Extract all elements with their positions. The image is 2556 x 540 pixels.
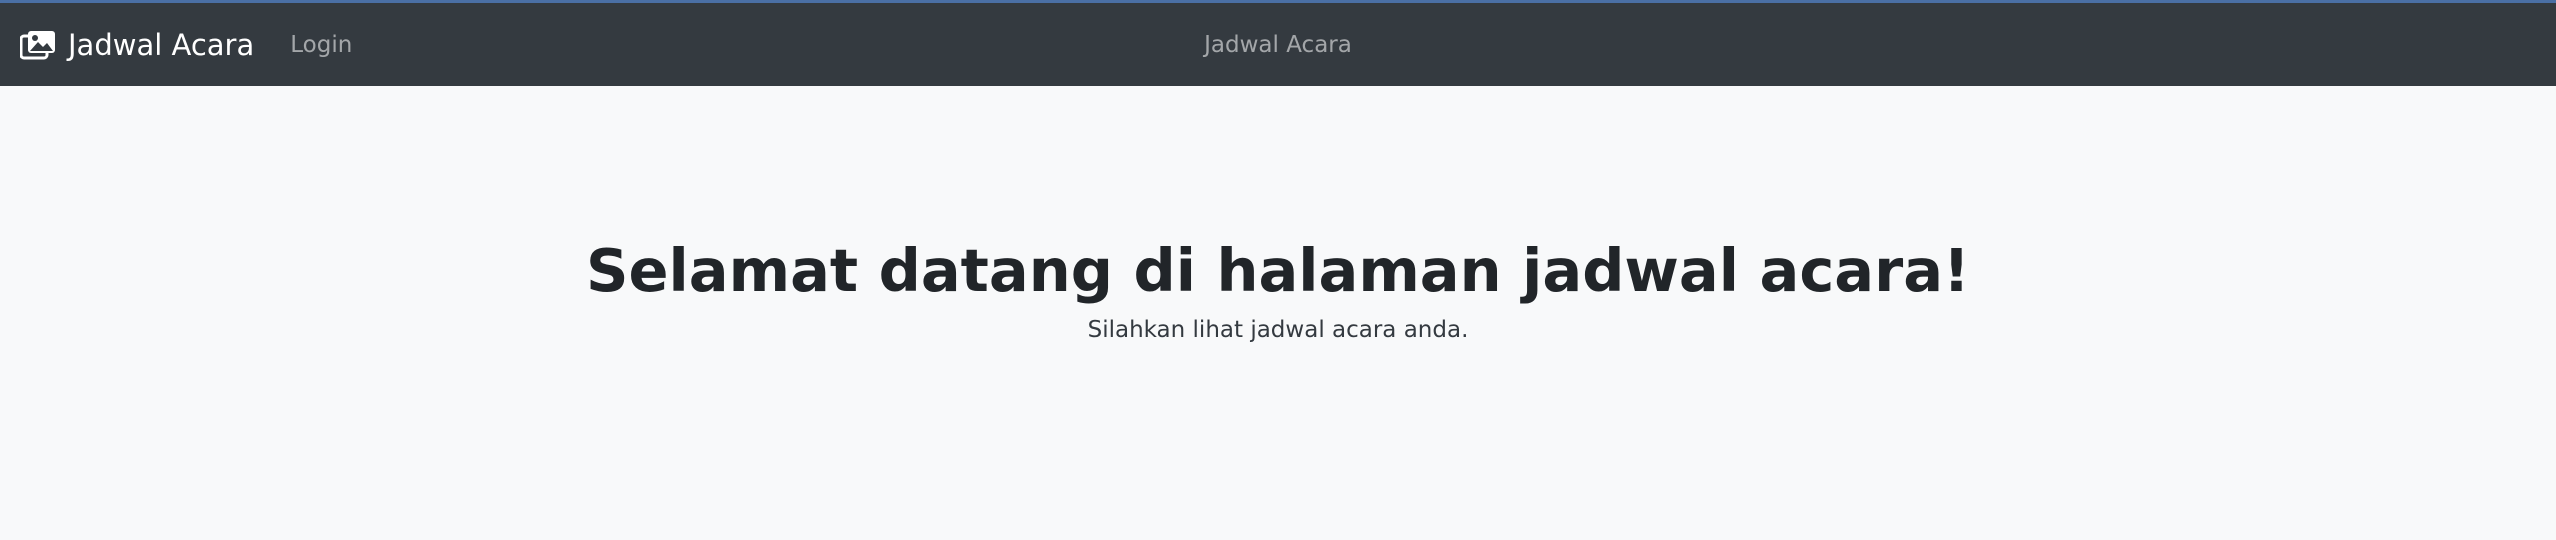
navbar-center-title: Jadwal Acara (1204, 31, 1352, 58)
hero-subtext: Silahkan lihat jadwal acara anda. (1087, 316, 1469, 343)
brand-link[interactable]: Jadwal Acara (20, 28, 254, 62)
brand-label: Jadwal Acara (68, 27, 255, 62)
login-link[interactable]: Login (290, 32, 352, 58)
hero-section: Selamat datang di halaman jadwal acara! … (0, 86, 2556, 343)
navbar: Jadwal Acara Login Jadwal Acara (0, 0, 2556, 86)
images-icon (20, 30, 56, 60)
page-heading: Selamat datang di halaman jadwal acara! (586, 236, 1970, 305)
